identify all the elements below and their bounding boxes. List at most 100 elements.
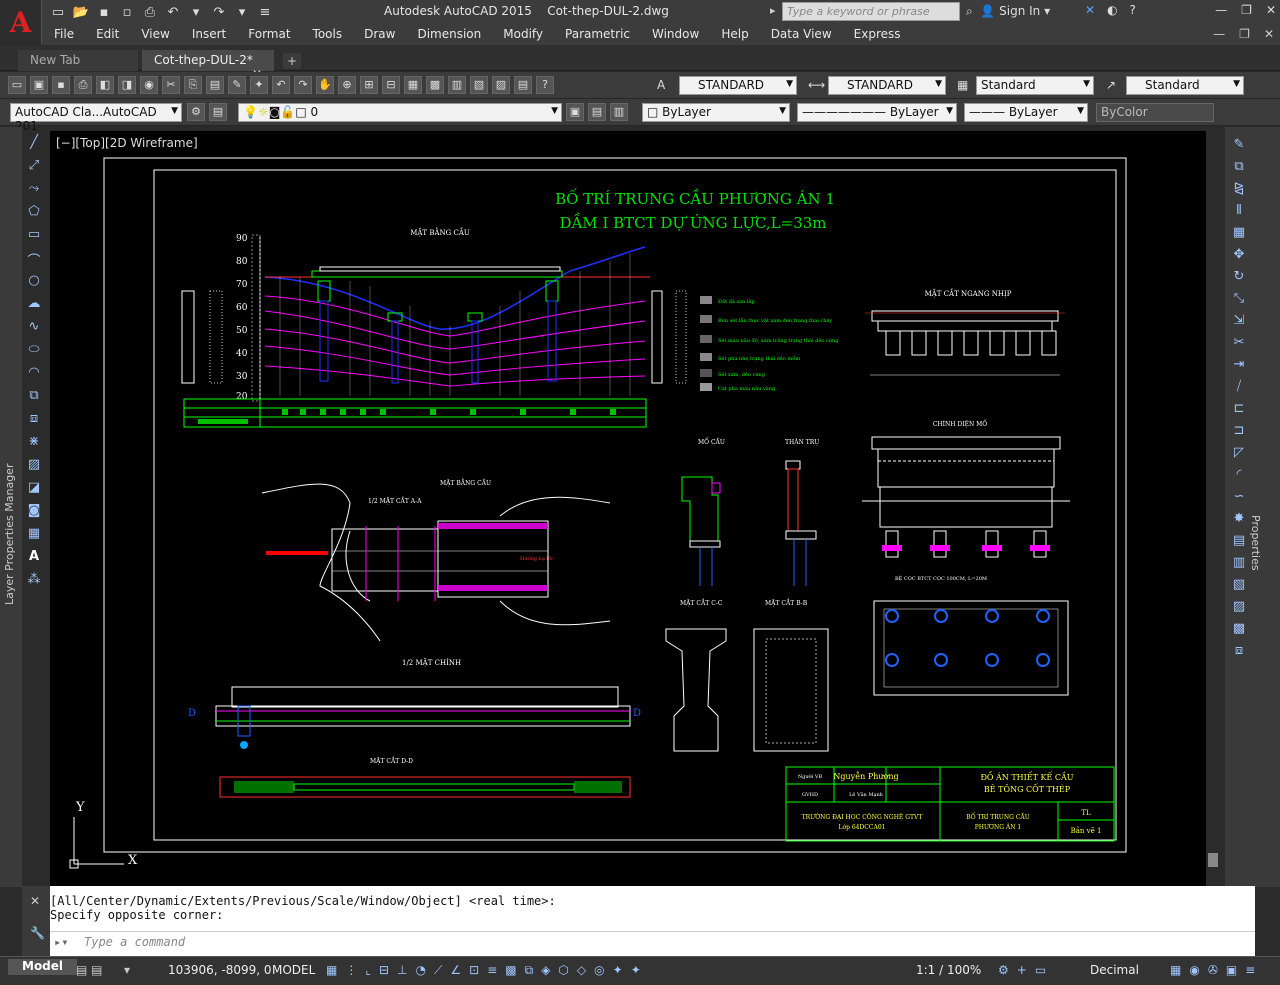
help-icon[interactable]: ? <box>536 76 554 94</box>
tool-palettes-icon[interactable]: ▥ <box>448 76 466 94</box>
block-editor-icon[interactable]: ✦ <box>250 76 268 94</box>
menu-item-express[interactable]: Express <box>854 27 901 41</box>
dim-style-dropdown[interactable]: STANDARD ▼ <box>828 76 946 95</box>
help-icon[interactable]: ? <box>1130 3 1136 17</box>
tab-new-tab[interactable]: New Tab <box>18 50 138 71</box>
redo-dropdown-icon[interactable]: ▾ <box>232 3 252 21</box>
menu-item-window[interactable]: Window <box>652 27 699 41</box>
erase-icon[interactable]: ✎ <box>1229 137 1249 154</box>
customize-qat-icon[interactable]: ≡ <box>255 3 275 21</box>
multiline-text-icon[interactable]: A <box>24 549 44 565</box>
markup-icon[interactable]: ▨ <box>492 76 510 94</box>
layout-tabs-icon[interactable]: ▤ ▤ <box>76 963 103 977</box>
menu-item-data-view[interactable]: Data View <box>771 27 832 41</box>
rotate-icon[interactable]: ↻ <box>1229 269 1249 286</box>
undo-icon[interactable]: ↶ <box>272 76 290 94</box>
isolate-objects-icon[interactable]: ✇ <box>1208 963 1218 977</box>
menu-item-draw[interactable]: Draw <box>364 27 395 41</box>
offset-icon[interactable]: ⫴ <box>1229 203 1249 220</box>
command-prompt-icon[interactable]: ▸▾ <box>54 935 68 949</box>
menu-item-insert[interactable]: Insert <box>192 27 226 41</box>
hatch-icon[interactable]: ▨ <box>24 457 44 473</box>
drawing-viewport[interactable]: [−][Top][2D Wireframe] BỐ TRÍ TRUNG CẦU … <box>50 131 1220 886</box>
tool-a-icon[interactable]: ▤ <box>1229 533 1249 550</box>
dynamic-ucs-icon[interactable]: ⬡ <box>558 963 568 978</box>
arc-icon[interactable]: ⌒ <box>24 250 44 269</box>
publish-icon[interactable]: ◨ <box>118 76 136 94</box>
make-current-icon[interactable]: ▣ <box>566 103 584 121</box>
quick-properties-icon[interactable]: ▦ <box>1170 963 1181 977</box>
table-icon[interactable]: ▦ <box>24 526 44 542</box>
polar-icon[interactable]: ◔ <box>415 963 425 978</box>
preview-icon[interactable]: ◧ <box>96 76 114 94</box>
workspace-settings-icon[interactable]: ⚙ <box>187 103 205 121</box>
move-icon[interactable]: ✥ <box>1229 247 1249 264</box>
undo-dropdown-icon[interactable]: ▾ <box>186 3 206 21</box>
scale-icon[interactable]: ⤡ <box>1229 291 1249 308</box>
text-style-dropdown[interactable]: STANDARD ▼ <box>679 76 797 95</box>
menu-item-view[interactable]: View <box>141 27 169 41</box>
menu-item-tools[interactable]: Tools <box>313 27 343 41</box>
trim-icon[interactable]: ✂ <box>1229 335 1249 352</box>
customization-icon[interactable]: ≡ <box>1245 963 1255 977</box>
break-at-point-icon[interactable]: ⧸ <box>1229 379 1249 396</box>
menu-item-help[interactable]: Help <box>721 27 748 41</box>
extend-icon[interactable]: ⇥ <box>1229 357 1249 374</box>
command-line-handle[interactable]: ✕ 🔧 <box>22 886 50 956</box>
vertical-scrollbar[interactable] <box>1206 131 1220 886</box>
workspace-dropdown[interactable]: AutoCAD Cla...AutoCAD 201 ▼ <box>10 103 182 133</box>
save-icon[interactable]: ▪ <box>94 3 114 21</box>
ellipse-icon[interactable]: ⬭ <box>24 342 44 358</box>
menu-item-parametric[interactable]: Parametric <box>565 27 630 41</box>
search-expand-icon[interactable]: ▸ <box>770 4 776 17</box>
auto-scale-icon[interactable]: ✦ <box>631 963 641 978</box>
chamfer-icon[interactable]: ◸ <box>1229 445 1249 462</box>
stay-connected-icon[interactable]: ◐ <box>1107 3 1117 17</box>
explode-icon[interactable]: ✸ <box>1229 511 1249 528</box>
layer-dropdown[interactable]: 💡☼◙🔓□ 0 ▼ <box>238 103 562 122</box>
blend-curves-icon[interactable]: ∽ <box>1229 489 1249 506</box>
gizmo-icon[interactable]: ◎ <box>594 963 604 978</box>
add-tab-button[interactable]: + <box>283 53 301 69</box>
calculator-icon[interactable]: ▤ <box>514 76 532 94</box>
layer-manager-icon[interactable]: ▤ <box>209 103 227 121</box>
open-icon[interactable]: ▣ <box>30 76 48 94</box>
lineweight-dropdown[interactable]: ——— ByLayer ▼ <box>964 103 1088 122</box>
copy-object-icon[interactable]: ⧉ <box>1229 159 1249 176</box>
annotation-monitor-icon[interactable]: + <box>1017 963 1027 977</box>
clean-screen-icon[interactable]: ▣ <box>1226 963 1237 977</box>
sheet-set-icon[interactable]: ▧ <box>470 76 488 94</box>
layer-states-icon[interactable]: ▥ <box>610 103 628 121</box>
search-input[interactable]: Type a keyword or phrase <box>782 2 960 21</box>
selection-cycling-icon[interactable]: ⧉ <box>525 963 534 978</box>
open-file-icon[interactable]: 📂 <box>71 3 91 21</box>
paste-icon[interactable]: ▤ <box>206 76 224 94</box>
isodraft-icon[interactable]: ⟋ <box>434 963 442 978</box>
layer-previous-icon[interactable]: ▤ <box>588 103 606 121</box>
minimize-icon[interactable]: — <box>1215 3 1227 17</box>
plotstyle-dropdown[interactable]: ByColor <box>1096 103 1214 122</box>
annotation-scale[interactable]: 1:1 / 100% <box>916 963 981 977</box>
drawing-minimize-icon[interactable]: — <box>1213 27 1225 41</box>
color-dropdown[interactable]: □ ByLayer ▼ <box>642 103 790 122</box>
redo-icon[interactable]: ↷ <box>209 3 229 21</box>
polygon-icon[interactable]: ⬠ <box>24 204 44 220</box>
plot-icon[interactable]: ⎙ <box>140 3 160 21</box>
dynamic-input-icon[interactable]: ⊟ <box>379 963 389 978</box>
make-block-icon[interactable]: ⧈ <box>24 411 44 427</box>
join-icon[interactable]: ⊐ <box>1229 423 1249 440</box>
ortho-icon[interactable]: ⊥ <box>397 963 407 978</box>
sign-in-button[interactable]: ⌕ 👤 Sign In ▾ <box>966 4 1050 19</box>
3d-print-icon[interactable]: ◉ <box>140 76 158 94</box>
mirror-icon[interactable]: ⧎ <box>1229 181 1249 198</box>
insert-block-icon[interactable]: ⧉ <box>24 388 44 404</box>
gradient-icon[interactable]: ◪ <box>24 480 44 496</box>
copy-icon[interactable]: ⎘ <box>184 76 202 94</box>
table-style-dropdown[interactable]: Standard ▼ <box>976 76 1094 95</box>
snap-icon[interactable]: ⋮ <box>345 963 357 978</box>
infer-constraints-icon[interactable]: ⌞ <box>365 963 371 978</box>
print-icon[interactable]: ⎙ <box>74 76 92 94</box>
cut-icon[interactable]: ✂ <box>162 76 180 94</box>
array-icon[interactable]: ▦ <box>1229 225 1249 242</box>
menu-item-modify[interactable]: Modify <box>503 27 543 41</box>
